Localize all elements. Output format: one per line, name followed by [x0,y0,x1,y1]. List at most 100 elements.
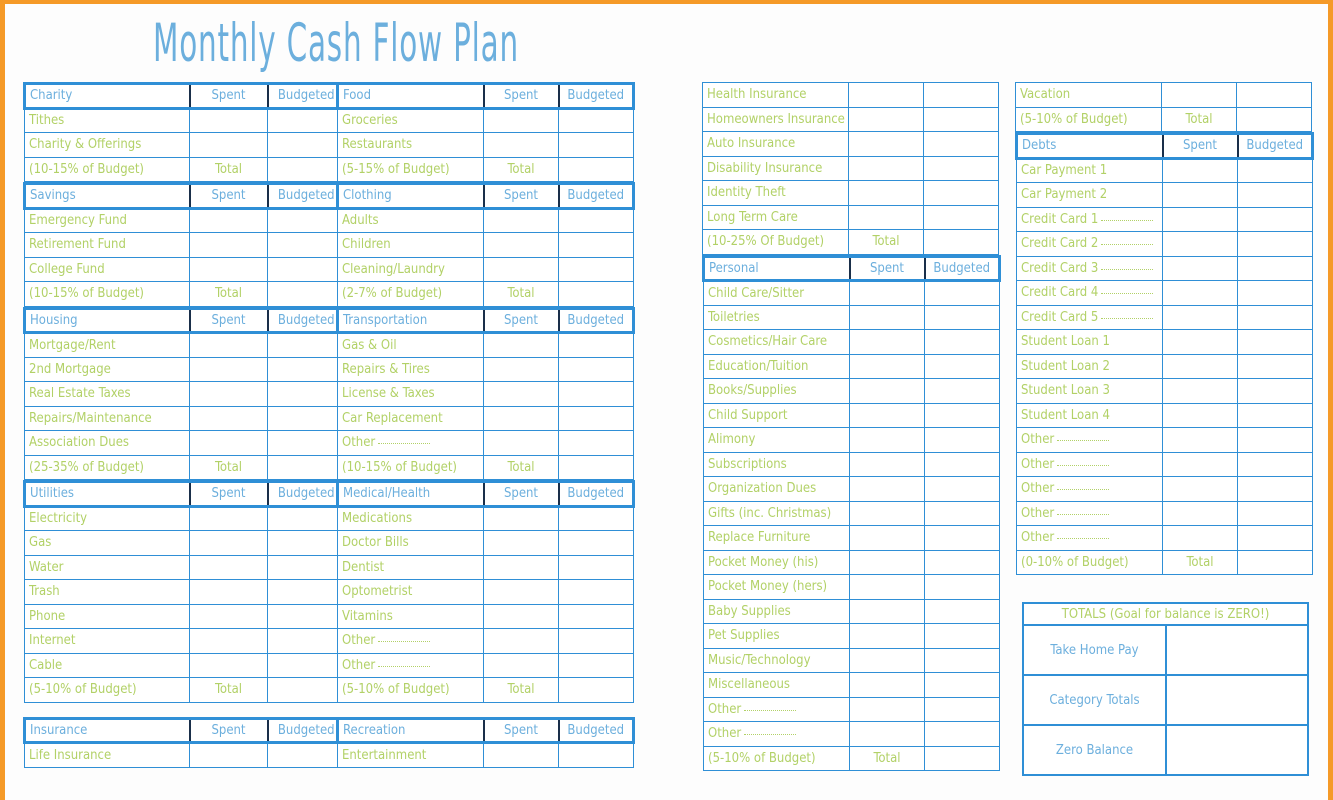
budgeted-cell[interactable] [1237,427,1313,453]
budgeted-cell[interactable] [924,598,1000,624]
spent-cell[interactable] [849,353,925,379]
budgeted-cell[interactable] [267,381,346,407]
budgeted-cell[interactable] [924,451,1000,477]
budgeted-cell[interactable] [924,525,1000,551]
budgeted-column-header[interactable]: Budgeted [557,480,635,508]
spent-cell[interactable] [483,628,559,654]
spent-cell[interactable] [849,647,925,673]
spent-cell[interactable] [483,356,559,382]
budgeted-cell[interactable] [923,180,999,206]
budgeted-cell[interactable] [1237,353,1313,379]
budgeted-cell[interactable] [1236,106,1312,132]
spent-cell[interactable] [189,603,268,629]
spent-cell[interactable] [189,405,268,431]
budgeted-cell[interactable] [267,207,346,233]
spent-column-header[interactable]: Spent [188,82,268,110]
spent-cell[interactable] [1162,500,1238,526]
budgeted-cell[interactable] [924,304,1000,330]
spent-cell[interactable] [1162,206,1238,232]
spent-cell[interactable] [1162,476,1238,502]
budgeted-cell[interactable] [1236,82,1312,108]
budgeted-cell[interactable] [558,554,634,580]
budgeted-cell[interactable] [267,281,346,307]
budgeted-cell[interactable] [558,381,634,407]
spent-cell[interactable] [849,304,925,330]
spent-cell[interactable] [483,256,559,282]
budgeted-cell[interactable] [558,356,634,382]
spent-cell[interactable] [189,554,268,580]
spent-cell[interactable] [1162,402,1238,428]
spent-cell[interactable] [483,430,559,456]
budgeted-cell[interactable] [924,721,1000,747]
spent-column-header[interactable]: Spent [482,480,559,508]
spent-cell[interactable]: Total [189,677,268,703]
budgeted-cell[interactable] [923,229,999,255]
spent-column-header[interactable]: Spent [482,82,559,110]
spent-cell[interactable] [483,603,559,629]
spent-cell[interactable]: Total [483,156,559,182]
budgeted-cell[interactable] [1237,476,1313,502]
budgeted-cell[interactable] [558,603,634,629]
spent-cell[interactable] [189,530,268,556]
budgeted-cell[interactable] [267,603,346,629]
budgeted-cell[interactable] [924,623,1000,649]
budgeted-cell[interactable] [1237,182,1313,208]
spent-cell[interactable] [849,500,925,526]
spent-cell[interactable] [483,381,559,407]
spent-cell[interactable] [849,451,925,477]
spent-cell[interactable] [189,107,268,133]
spent-cell[interactable] [1161,82,1237,108]
budgeted-cell[interactable] [1237,378,1313,404]
spent-cell[interactable] [1162,157,1238,183]
spent-cell[interactable] [189,579,268,605]
spent-cell[interactable] [189,430,268,456]
spent-column-header[interactable]: Spent [188,306,268,334]
spent-column-header[interactable]: Spent [848,254,925,282]
spent-cell[interactable] [189,652,268,678]
budgeted-cell[interactable] [558,505,634,531]
budgeted-column-header[interactable]: Budgeted [557,306,635,334]
spent-cell[interactable]: Total [483,281,559,307]
budgeted-cell[interactable] [924,378,1000,404]
budgeted-cell[interactable] [267,107,346,133]
spent-cell[interactable] [483,107,559,133]
budgeted-column-header[interactable]: Budgeted [266,716,347,744]
budgeted-cell[interactable] [558,579,634,605]
spent-cell[interactable]: Total [848,229,924,255]
budgeted-cell[interactable] [924,329,1000,355]
spent-cell[interactable] [1162,304,1238,330]
spent-column-header[interactable]: Spent [1161,132,1238,160]
spent-cell[interactable] [849,574,925,600]
budgeted-cell[interactable] [558,156,634,182]
spent-cell[interactable] [1162,353,1238,379]
spent-cell[interactable] [849,721,925,747]
spent-cell[interactable] [848,131,924,157]
budgeted-cell[interactable] [558,430,634,456]
spent-cell[interactable] [1162,280,1238,306]
budgeted-cell[interactable] [267,554,346,580]
spent-cell[interactable] [483,530,559,556]
spent-cell[interactable] [1162,378,1238,404]
budgeted-cell[interactable] [924,500,1000,526]
budgeted-cell[interactable] [267,677,346,703]
budgeted-cell[interactable] [267,652,346,678]
budgeted-cell[interactable] [924,427,1000,453]
spent-cell[interactable] [849,525,925,551]
budgeted-cell[interactable] [558,281,634,307]
budgeted-cell[interactable] [267,356,346,382]
budgeted-cell[interactable] [267,579,346,605]
budgeted-cell[interactable] [1237,304,1313,330]
spent-cell[interactable] [189,256,268,282]
spent-cell[interactable] [849,598,925,624]
budgeted-cell[interactable] [924,696,1000,722]
budgeted-cell[interactable] [1237,255,1313,281]
budgeted-cell[interactable] [558,332,634,358]
budgeted-cell[interactable] [924,280,1000,306]
budgeted-cell[interactable] [924,353,1000,379]
budgeted-cell[interactable] [924,402,1000,428]
budgeted-column-header[interactable]: Budgeted [557,82,635,110]
spent-cell[interactable] [189,505,268,531]
budgeted-cell[interactable] [558,132,634,158]
spent-column-header[interactable]: Spent [188,480,268,508]
totals-row-value[interactable] [1164,674,1310,726]
